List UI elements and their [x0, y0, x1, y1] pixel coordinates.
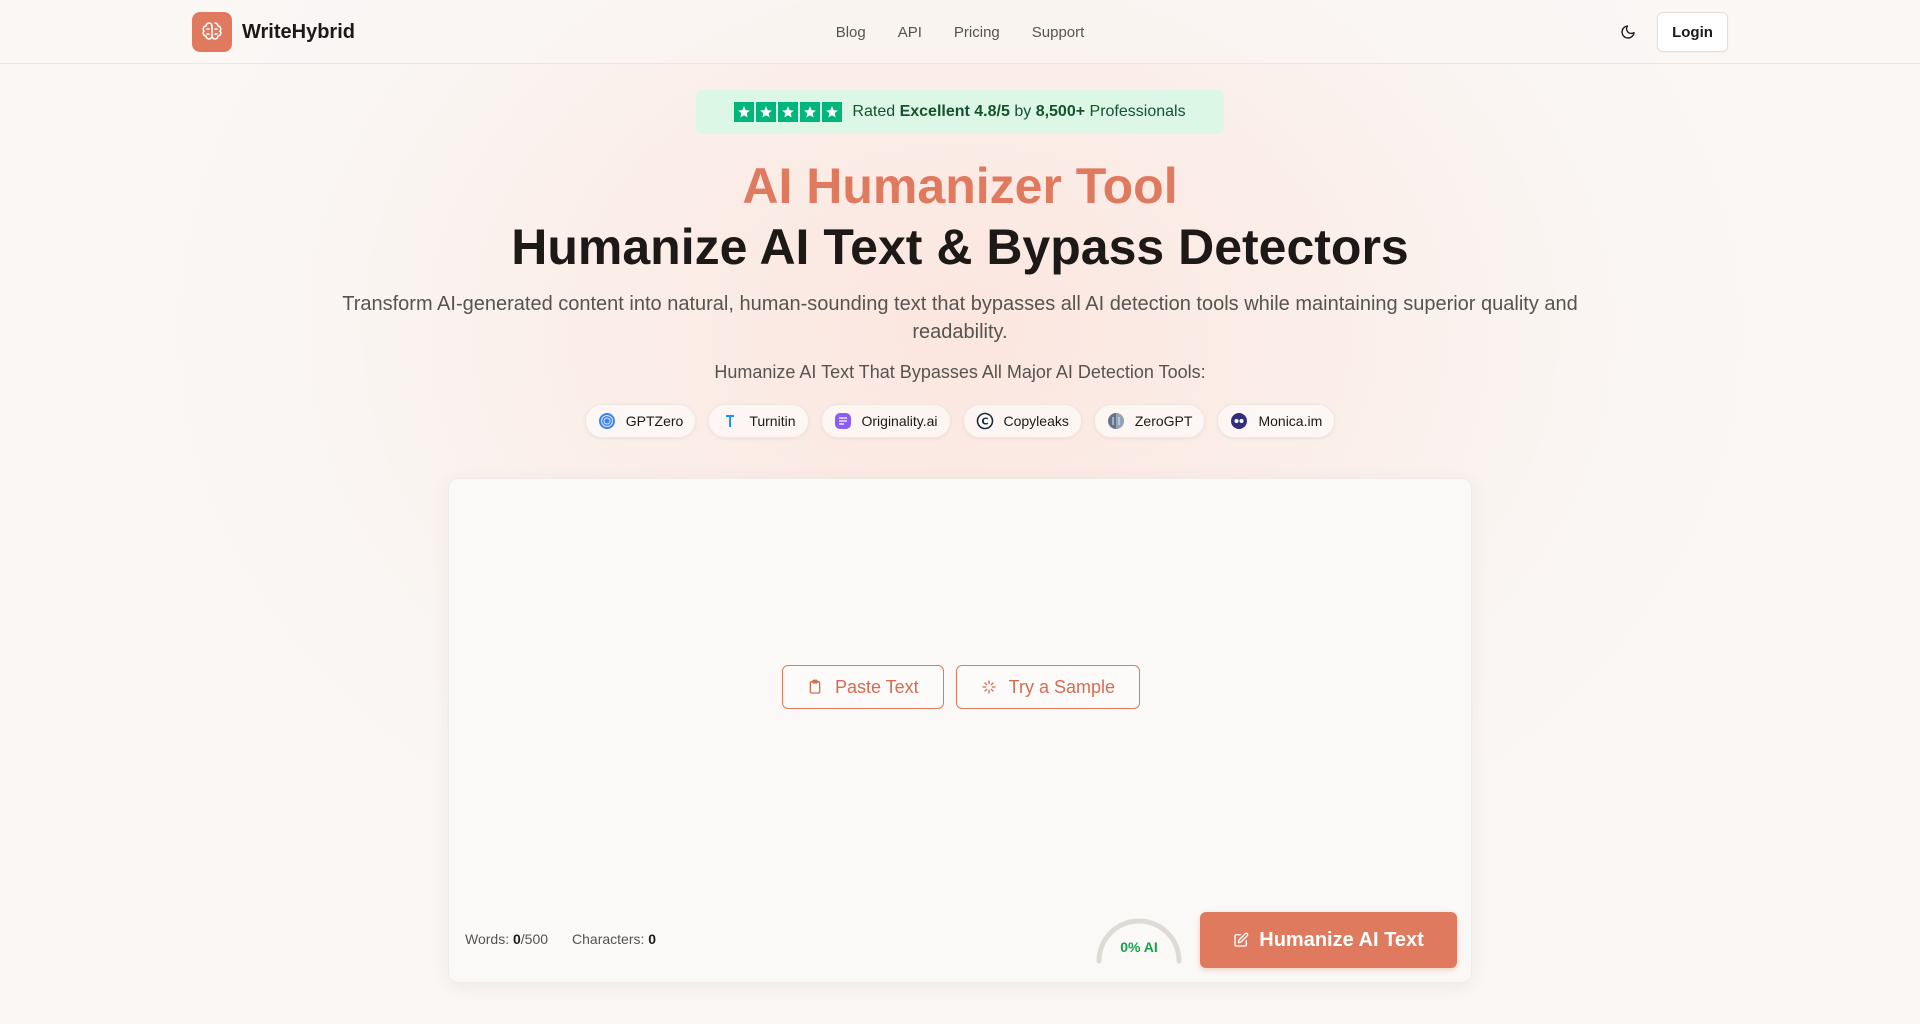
monica-icon	[1230, 412, 1248, 430]
star-icon	[778, 102, 799, 122]
hero-subtitle: Transform AI-generated content into natu…	[342, 293, 1578, 343]
editor-actions: Paste Text Try a Sample	[449, 665, 1473, 709]
detector-chip-originality: Originality.ai	[820, 404, 951, 438]
paste-text-label: Paste Text	[834, 676, 919, 697]
rating-badge: Rated Excellent 4.8/5 by 8,500+ Professi…	[696, 90, 1224, 134]
words-label: Words:	[465, 931, 510, 947]
edit-icon	[1234, 932, 1249, 947]
brand-link[interactable]: WriteHybrid	[192, 12, 355, 52]
text-stats: Words: 0/500 Characters: 0	[465, 931, 656, 947]
nav-api[interactable]: API	[898, 24, 922, 41]
gptzero-icon	[598, 412, 616, 430]
detector-name: Copyleaks	[1003, 413, 1069, 429]
rating-prefix: Rated	[852, 103, 896, 120]
clipboard-icon	[809, 679, 821, 694]
words-limit: /500	[520, 931, 549, 947]
chars-label: Characters:	[572, 931, 645, 947]
rating-count: 8,500+	[1035, 103, 1086, 120]
ai-score-label: 0% AI	[1120, 939, 1158, 955]
editor-card[interactable]: Paste Text Try a Sample Words: 0/500 Cha…	[448, 478, 1472, 983]
turnitin-icon	[721, 412, 739, 430]
star-icon	[822, 102, 843, 122]
rating-by: by	[1014, 103, 1032, 120]
copyleaks-icon: C	[976, 412, 994, 430]
originality-icon	[834, 412, 852, 430]
zerogpt-icon	[1107, 412, 1125, 430]
try-sample-button[interactable]: Try a Sample	[955, 665, 1141, 709]
detector-name: Turnitin	[749, 413, 796, 429]
svg-text:C: C	[981, 417, 988, 428]
brain-logo-icon	[192, 12, 232, 52]
rating-score: Excellent 4.8/5	[899, 103, 1010, 120]
nav-blog[interactable]: Blog	[836, 24, 866, 41]
humanize-label: Humanize AI Text	[1259, 928, 1424, 951]
nav-support[interactable]: Support	[1032, 24, 1085, 41]
star-icon	[756, 102, 777, 122]
rating-stars	[734, 102, 843, 122]
try-sample-label: Try a Sample	[1008, 676, 1116, 697]
detector-chip-copyleaks: C Copyleaks	[962, 404, 1082, 438]
char-count: Characters: 0	[572, 931, 656, 947]
sparkles-icon	[982, 680, 996, 694]
rating-suffix: Professionals	[1089, 103, 1186, 120]
detector-name: GPTZero	[625, 413, 684, 429]
top-navbar: WriteHybrid Blog API Pricing Support Log…	[0, 0, 1920, 64]
rating-text: Rated Excellent 4.8/5 by 8,500+ Professi…	[852, 103, 1185, 121]
detectors-label: Humanize AI Text That Bypasses All Major…	[714, 362, 1206, 382]
detector-name: Monica.im	[1258, 413, 1323, 429]
detector-chip-turnitin: Turnitin	[708, 404, 809, 438]
star-icon	[734, 102, 755, 122]
detector-list: GPTZero Turnitin Originality.ai C Copyle…	[0, 404, 1920, 438]
chars-value: 0	[648, 931, 657, 947]
humanize-button[interactable]: Humanize AI Text	[1200, 912, 1457, 968]
moon-icon	[1621, 25, 1635, 39]
detector-chip-gptzero: GPTZero	[584, 404, 697, 438]
theme-toggle-button[interactable]	[1616, 20, 1640, 44]
paste-text-button[interactable]: Paste Text	[781, 665, 944, 709]
words-value: 0	[512, 931, 521, 947]
detector-name: Originality.ai	[861, 413, 938, 429]
detector-chip-zerogpt: ZeroGPT	[1093, 404, 1206, 438]
detector-chip-monica: Monica.im	[1217, 404, 1336, 438]
brand-name: WriteHybrid	[242, 20, 355, 43]
detector-name: ZeroGPT	[1134, 413, 1193, 429]
star-icon	[800, 102, 821, 122]
word-count: Words: 0/500	[465, 931, 548, 947]
ai-score-gauge: 0% AI	[1093, 911, 1185, 967]
nav-pricing[interactable]: Pricing	[954, 24, 1000, 41]
hero-title: Humanize AI Text & Bypass Detectors	[511, 219, 1409, 275]
login-button[interactable]: Login	[1657, 12, 1728, 52]
hero-accent-title: AI Humanizer Tool	[742, 158, 1178, 214]
